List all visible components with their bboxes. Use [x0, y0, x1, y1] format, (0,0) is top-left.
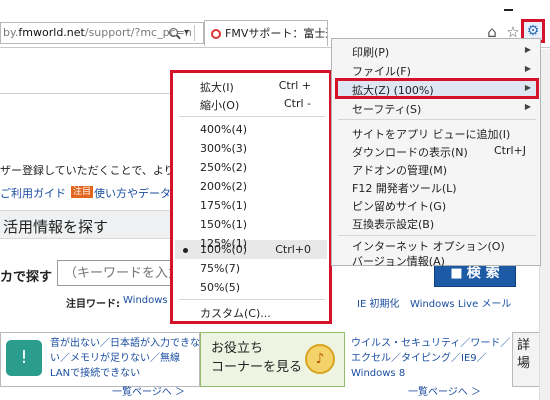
submenu-arrow-icon: ▶: [524, 64, 531, 73]
zoom-reset-shortcut: Ctrl+0: [275, 243, 311, 256]
more-link[interactable]: 一覧ページへ ＞: [112, 383, 185, 398]
zoom-level-item[interactable]: 400%(4): [200, 123, 247, 136]
zoom-submenu: 拡大(I) Ctrl + 縮小(O) Ctrl - 400%(4) 300%(3…: [170, 70, 332, 324]
more-link[interactable]: 一覧ページへ ＞: [408, 383, 481, 398]
zoom-level-item[interactable]: 200%(2): [200, 180, 247, 193]
notice-badge: 注目: [71, 186, 94, 198]
menu-item-add-to-apps[interactable]: サイトをアプリ ビューに追加(I): [352, 126, 510, 142]
topics-card-text: ウイルス・セキュリティ／ワード／エクセル／タイピング／IE9／Windows 8: [351, 338, 511, 379]
zoom-level-item[interactable]: 75%(7): [200, 262, 240, 275]
search-icon[interactable]: [169, 28, 178, 37]
address-bar[interactable]: by.fmworld.net/support/?mc_pc=n ▾: [0, 22, 204, 44]
menu-separator: [338, 119, 536, 120]
site-favicon-icon: [211, 29, 221, 39]
zoom-level-item-selected[interactable]: 100%(0): [200, 243, 247, 256]
featured-keywords: 注目ワード: Windows 8 ット IE 初期化 Windows Live …: [66, 295, 511, 310]
detail-card-text: 詳 場: [517, 338, 531, 371]
zoom-level-item[interactable]: 250%(2): [200, 161, 247, 174]
search-icon: ■: [450, 266, 463, 281]
url-host: fmworld.net: [18, 26, 85, 39]
menu-item-file[interactable]: ファイル(F): [352, 63, 411, 79]
menu-item-downloads[interactable]: ダウンロードの表示(N): [352, 144, 468, 160]
monitor-alert-icon: !: [6, 340, 42, 376]
minimize-button[interactable]: [496, 0, 520, 16]
menu-item-internet-options[interactable]: インターネット オプション(O): [352, 238, 505, 254]
chevron-down-icon[interactable]: ▾: [184, 23, 189, 43]
guide-link[interactable]: ご利用ガイド: [0, 185, 66, 201]
topics-card[interactable]: ウイルス・セキュリティ／ワード／エクセル／タイピング／IE9／Windows 8: [345, 332, 512, 387]
section-heading: 活用情報を探す: [3, 218, 109, 236]
menu-item-manage-addons[interactable]: アドオンの管理(M): [352, 162, 447, 178]
submenu-arrow-icon: ▶: [524, 45, 531, 54]
menu-separator: [338, 235, 536, 236]
keyword-link[interactable]: IE 初期化: [357, 295, 399, 310]
menu-separator: [179, 299, 325, 300]
tab-title: FMVサポート：富士通: [225, 27, 328, 40]
zoom-level-item[interactable]: 300%(3): [200, 142, 247, 155]
keyword-link[interactable]: Windows Live メール: [410, 295, 511, 310]
menu-item-about[interactable]: バージョン情報(A): [352, 253, 445, 269]
tips-icon: ♪: [305, 344, 335, 374]
url-prefix: by.: [3, 26, 19, 39]
menu-item-pinned-sites[interactable]: ピン留めサイト(G): [352, 198, 446, 214]
zoom-out-item[interactable]: 縮小(O): [200, 97, 239, 113]
menu-item-safety[interactable]: セーフティ(S): [352, 101, 421, 117]
zoom-custom-item[interactable]: カスタム(C)...: [200, 305, 271, 321]
zoom-in-shortcut: Ctrl +: [278, 79, 311, 92]
trouble-card[interactable]: ! 音が出ない／日本語が入力できない／メモリが足りない／無線LANで接続できない: [0, 332, 200, 387]
zoom-in-item[interactable]: 拡大(I): [200, 79, 234, 95]
zoom-level-item[interactable]: 150%(1): [200, 218, 247, 231]
downloads-shortcut: Ctrl+J: [493, 144, 526, 157]
menu-item-dev-tools[interactable]: F12 開発者ツール(L): [352, 180, 457, 196]
search-label: カで探す: [0, 270, 53, 285]
menu-item-compat-view[interactable]: 互換表示設定(B): [352, 216, 434, 232]
submenu-arrow-icon: ▶: [524, 102, 531, 111]
tips-card[interactable]: お役立ち コーナーを見る ♪: [200, 332, 345, 387]
zoom-level-item[interactable]: 50%(5): [200, 281, 240, 294]
menu-separator: [179, 116, 325, 117]
title-bar: [0, 0, 550, 18]
submenu-arrow-icon: ▶: [524, 83, 531, 92]
tips-card-text: お役立ち コーナーを見る: [211, 341, 303, 375]
keywords-label: 注目ワード:: [66, 299, 120, 310]
tools-menu: 印刷(P) ▶ ファイル(F) ▶ 拡大(Z) (100%) ▶ セーフティ(S…: [331, 38, 541, 269]
search-button-label: 検 索: [466, 265, 500, 281]
address-divider: [194, 25, 195, 41]
zoom-level-item[interactable]: 175%(1): [200, 199, 247, 212]
zoom-out-shortcut: Ctrl -: [283, 97, 311, 110]
trouble-card-text: 音が出ない／日本語が入力できない／メモリが足りない／無線LANで接続できない: [50, 338, 200, 379]
menu-item-print[interactable]: 印刷(P): [352, 44, 389, 60]
selected-dot-icon: [183, 248, 188, 253]
browser-tab[interactable]: FMVサポート：富士通: [204, 20, 328, 46]
menu-item-zoom[interactable]: 拡大(Z) (100%): [352, 82, 434, 98]
